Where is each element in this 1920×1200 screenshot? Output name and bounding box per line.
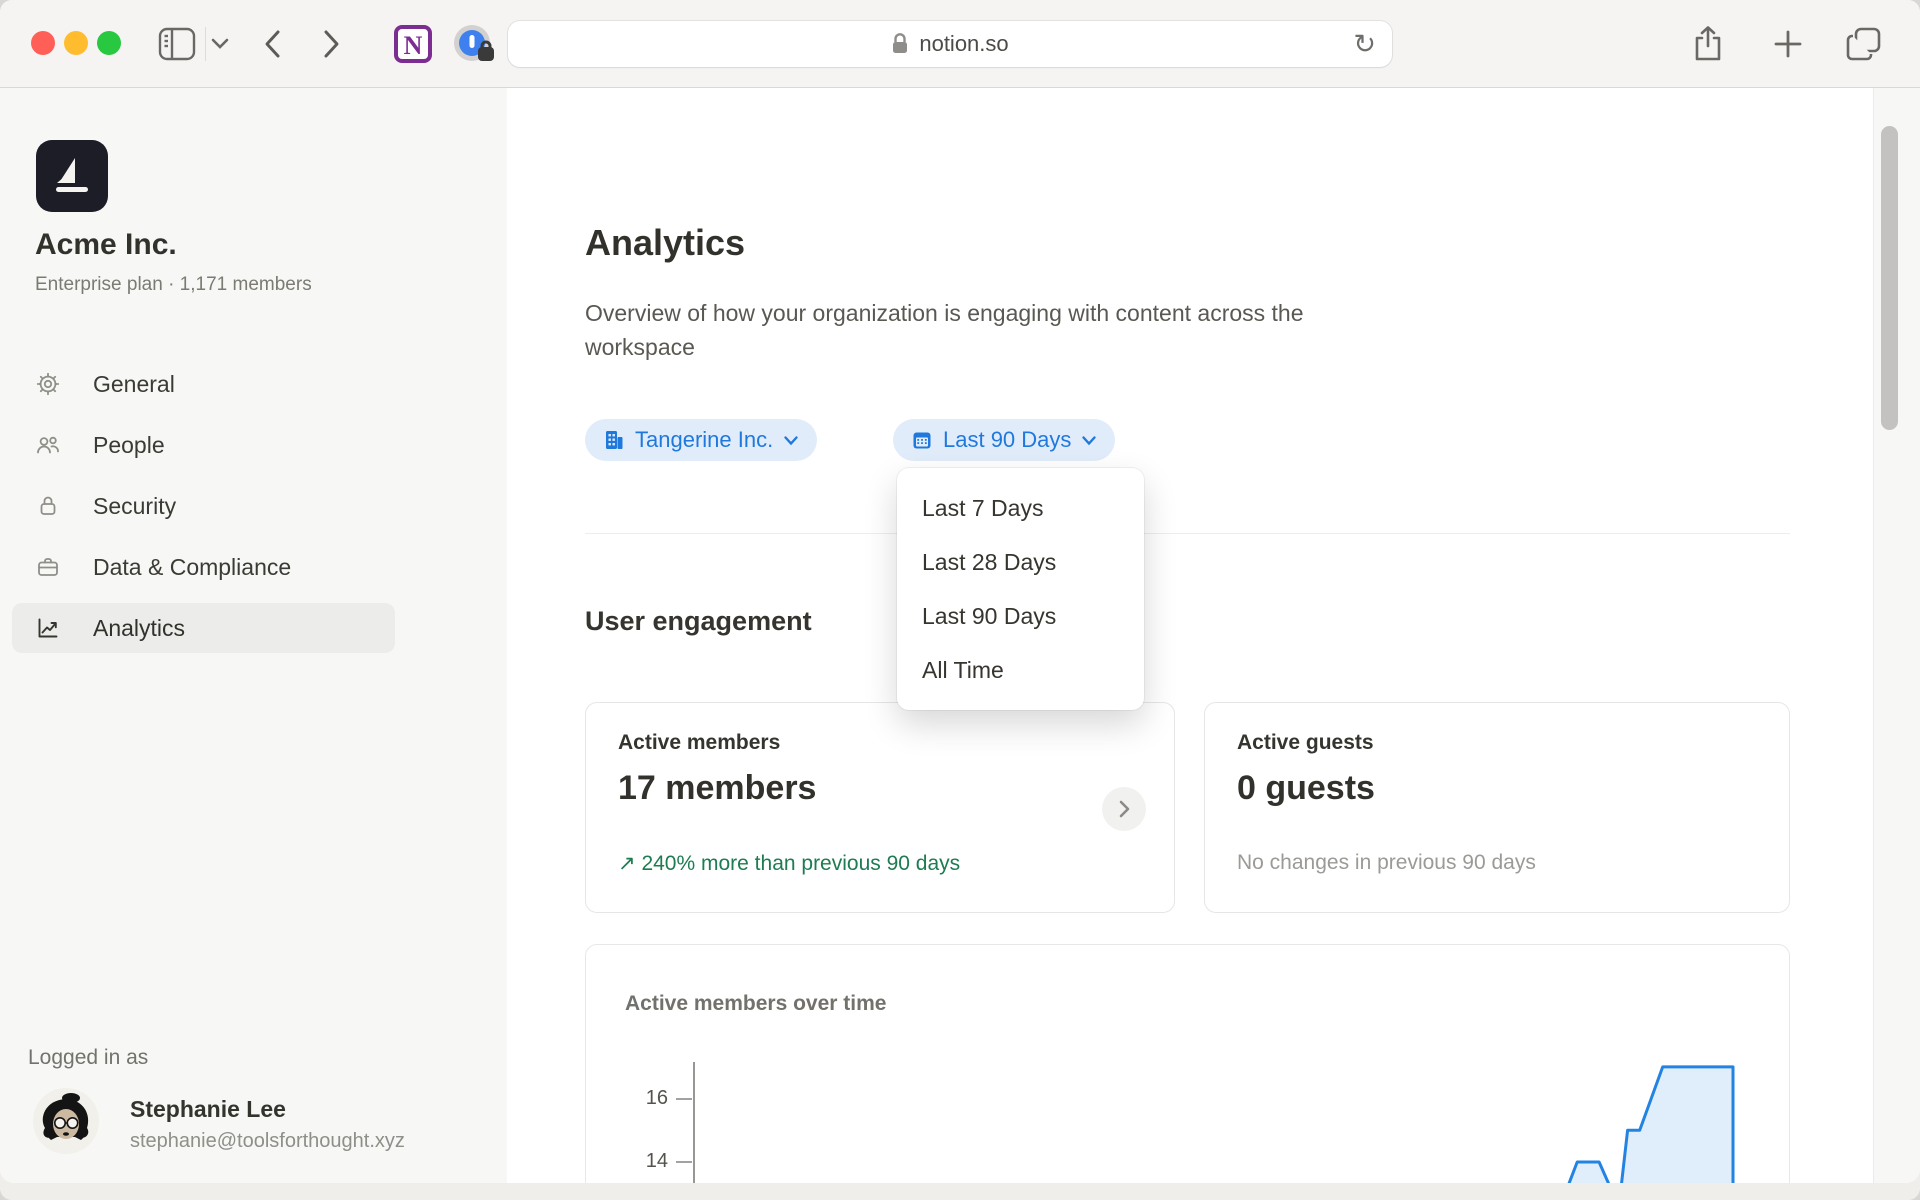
workspace-name: Acme Inc. (35, 228, 177, 262)
date-range-dropdown: Last 7 Days Last 28 Days Last 90 Days Al… (897, 468, 1144, 710)
close-window-button[interactable] (31, 31, 55, 55)
y-tick-label: 16 (624, 1087, 668, 1110)
sailboat-icon (49, 153, 95, 199)
calendar-icon (911, 429, 933, 451)
sidebar-item-label: People (93, 432, 165, 459)
sidebar-item-data-compliance[interactable]: Data & Compliance (12, 542, 395, 592)
user-name: Stephanie Lee (130, 1096, 286, 1123)
workspace-filter-pill[interactable]: Tangerine Inc. (585, 419, 817, 461)
card-delta: No changes in previous 90 days (1237, 851, 1536, 875)
sidebar-item-label: Data & Compliance (93, 554, 291, 581)
people-icon (36, 433, 60, 457)
sidebar-item-label: Analytics (93, 615, 185, 642)
lock-icon (36, 494, 60, 518)
trend-up-arrow-icon: ↗ (618, 852, 636, 875)
chevron-right-icon (1118, 799, 1131, 819)
user-engagement-heading: User engagement (585, 606, 812, 637)
url-display: notion.so (508, 21, 1392, 67)
dropdown-option-last-28-days[interactable]: Last 28 Days (897, 535, 1144, 589)
svg-text:N: N (404, 31, 423, 60)
section-divider (585, 533, 1790, 534)
building-icon (603, 429, 625, 451)
dropdown-option-last-90-days[interactable]: Last 90 Days (897, 589, 1144, 643)
forward-icon[interactable] (320, 26, 342, 62)
gear-icon (36, 372, 60, 396)
active-members-area-chart (693, 1040, 1790, 1183)
y-tick-mark (676, 1098, 692, 1100)
share-icon[interactable] (1692, 24, 1724, 64)
chevron-down-icon (783, 435, 799, 446)
card-value: 0 guests (1237, 769, 1375, 808)
page-title: Analytics (585, 222, 745, 264)
user-email: stephanie@toolsforthought.xyz (130, 1130, 405, 1153)
card-label: Active guests (1237, 731, 1374, 755)
logged-in-as-label: Logged in as (28, 1046, 148, 1070)
url-text: notion.so (919, 31, 1008, 57)
sidebar-toggle-icon[interactable] (158, 27, 196, 61)
sidebar-item-general[interactable]: General (12, 359, 395, 409)
workspace-logo (36, 140, 108, 212)
toolbar-separator (205, 27, 206, 61)
browser-window: N notion.so (0, 0, 1920, 1200)
card-chevron-right-button[interactable] (1102, 787, 1146, 831)
scrollbar-thumb[interactable] (1881, 126, 1898, 430)
card-delta: ↗ 240% more than previous 90 days (618, 851, 960, 876)
settings-modal: Acme Inc. Enterprise plan · 1,171 member… (0, 88, 1920, 1183)
active-guests-card: Active guests 0 guests No changes in pre… (1204, 702, 1790, 913)
y-tick-label: 14 (624, 1150, 668, 1173)
page-description: Overview of how your organization is eng… (585, 296, 1375, 364)
trend-chart-icon (36, 616, 60, 640)
minimize-window-button[interactable] (64, 31, 88, 55)
sidebar-item-security[interactable]: Security (12, 481, 395, 531)
dropdown-option-all-time[interactable]: All Time (897, 643, 1144, 697)
dropdown-option-last-7-days[interactable]: Last 7 Days (897, 481, 1144, 535)
chevron-down-icon (1081, 435, 1097, 446)
sidebar-item-people[interactable]: People (12, 420, 395, 470)
card-value: 17 members (618, 769, 816, 808)
notion-extension-icon[interactable]: N (392, 23, 434, 65)
address-bar[interactable]: notion.so ↻ (508, 21, 1392, 67)
date-range-filter-label: Last 90 Days (943, 427, 1071, 453)
y-tick-mark (676, 1161, 692, 1163)
onepassword-extension-icon[interactable] (452, 23, 496, 67)
sidebar-item-label: Security (93, 493, 176, 520)
back-icon[interactable] (262, 26, 284, 62)
workspace-plan: Enterprise plan · 1,171 members (35, 274, 312, 296)
date-range-filter-pill[interactable]: Last 90 Days (893, 419, 1115, 461)
new-tab-icon[interactable] (1772, 28, 1804, 60)
tab-overview-icon[interactable] (1845, 26, 1883, 62)
chart-title: Active members over time (625, 992, 886, 1016)
chart-area-fill (1565, 1067, 1733, 1183)
settings-sidebar: Acme Inc. Enterprise plan · 1,171 member… (0, 88, 507, 1183)
sidebar-item-label: General (93, 371, 175, 398)
browser-toolbar: N notion.so (0, 0, 1920, 88)
avatar (33, 1088, 99, 1154)
notion-settings-page: Acme Inc. Enterprise plan · 1,171 member… (0, 88, 1920, 1200)
card-label: Active members (618, 731, 780, 755)
briefcase-icon (36, 555, 60, 579)
settings-nav: General People (12, 359, 395, 664)
reload-icon[interactable]: ↻ (1353, 29, 1376, 60)
zoom-window-button[interactable] (97, 31, 121, 55)
lock-icon (891, 33, 909, 55)
chevron-down-icon[interactable] (210, 36, 230, 50)
scrollbar-track[interactable] (1873, 88, 1920, 1183)
sidebar-item-analytics[interactable]: Analytics (12, 603, 395, 653)
workspace-filter-label: Tangerine Inc. (635, 427, 773, 453)
analytics-panel: Analytics Overview of how your organizat… (507, 88, 1873, 1183)
active-members-card[interactable]: Active members 17 members ↗ 240% more th… (585, 702, 1175, 913)
